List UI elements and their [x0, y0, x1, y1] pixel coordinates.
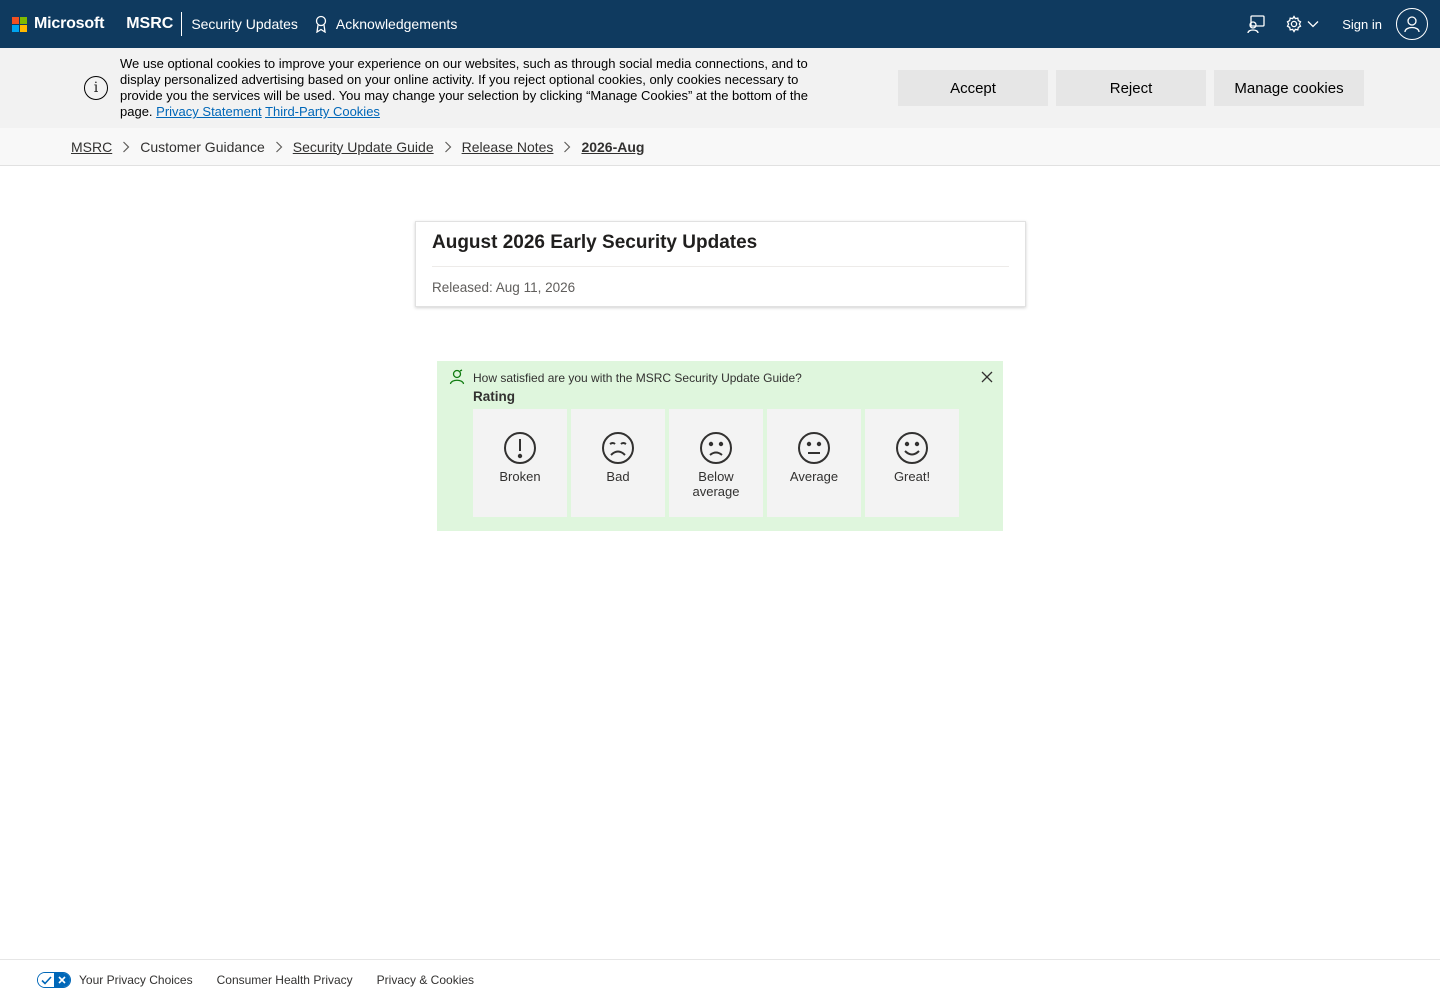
- exclamation-icon: [504, 432, 536, 464]
- feedback-panel: How satisfied are you with the MSRC Secu…: [437, 361, 1003, 531]
- breadcrumb-customer-guidance: Customer Guidance: [140, 138, 265, 155]
- cookie-message: We use optional cookies to improve your …: [120, 56, 820, 120]
- footer: Your Privacy Choices Consumer Health Pri…: [0, 959, 1440, 1000]
- privacy-statement-link[interactable]: Privacy Statement: [156, 104, 262, 119]
- close-icon[interactable]: [980, 370, 994, 384]
- feedback-question: How satisfied are you with the MSRC Secu…: [473, 371, 802, 385]
- breadcrumb-security-update-guide[interactable]: Security Update Guide: [293, 139, 434, 155]
- your-privacy-choices-link[interactable]: Your Privacy Choices: [37, 972, 193, 988]
- settings-icon: [1286, 15, 1302, 33]
- breadcrumb: MSRC Customer Guidance Security Update G…: [0, 128, 1440, 166]
- cookie-banner: i We use optional cookies to improve you…: [0, 48, 1440, 128]
- microsoft-brand-name: Microsoft: [34, 15, 105, 32]
- rating-broken-button[interactable]: Broken: [473, 409, 567, 517]
- breadcrumb-msrc[interactable]: MSRC: [71, 139, 112, 155]
- rating-option-label: Average: [789, 469, 839, 484]
- your-privacy-choices-label: Your Privacy Choices: [79, 973, 193, 987]
- release-card: August 2026 Early Security Updates Relea…: [415, 221, 1026, 307]
- chevron-right-icon: [444, 141, 452, 153]
- privacy-choices-icon: [37, 972, 71, 988]
- rating-option-label: Broken: [499, 469, 541, 484]
- breadcrumb-release-notes[interactable]: Release Notes: [462, 139, 554, 155]
- rating-option-label: Below average: [692, 469, 740, 499]
- microsoft-logo-icon: [12, 16, 27, 32]
- feedback-header: How satisfied are you with the MSRC Secu…: [449, 369, 991, 385]
- microsoft-logo[interactable]: Microsoft: [12, 15, 104, 33]
- accept-button[interactable]: Accept: [898, 70, 1048, 106]
- rating-label: Rating: [473, 389, 515, 404]
- user-icon[interactable]: [1396, 8, 1428, 40]
- frown-face-icon: [700, 432, 732, 464]
- nav-security-updates[interactable]: Security Updates: [191, 16, 298, 32]
- release-title: August 2026 Early Security Updates: [432, 228, 1009, 267]
- rating-average-button[interactable]: Average: [767, 409, 861, 517]
- nav-acknowledgements-label: Acknowledgements: [335, 16, 458, 32]
- consumer-health-privacy-link[interactable]: Consumer Health Privacy: [217, 973, 353, 987]
- chevron-right-icon: [275, 141, 283, 153]
- ribbon-icon: [315, 15, 327, 33]
- release-date: Released: Aug 11, 2026: [432, 280, 576, 295]
- nav-acknowledgements[interactable]: Acknowledgements: [314, 15, 457, 33]
- settings-menu[interactable]: [1282, 12, 1322, 36]
- nav-right-actions: Sign in: [1244, 8, 1428, 40]
- sign-in-link[interactable]: Sign in: [1342, 17, 1382, 32]
- chevron-right-icon: [122, 141, 130, 153]
- manage-cookies-button[interactable]: Manage cookies: [1214, 70, 1364, 106]
- msrc-home-link[interactable]: MSRC: [126, 12, 183, 36]
- top-navigation: Microsoft MSRC Security Updates Acknowle…: [0, 0, 1440, 48]
- rating-great-button[interactable]: Great!: [865, 409, 959, 517]
- third-party-cookies-link[interactable]: Third-Party Cookies: [265, 104, 380, 119]
- neutral-face-icon: [798, 432, 830, 464]
- info-icon: i: [84, 76, 108, 100]
- rating-options: Broken Bad Below average Average Great!: [473, 409, 991, 517]
- chevron-down-icon: [1307, 21, 1319, 28]
- smile-face-icon: [896, 432, 928, 464]
- cookie-buttons: Accept Reject Manage cookies: [898, 70, 1364, 106]
- rating-below-average-button[interactable]: Below average: [669, 409, 763, 517]
- privacy-cookies-link[interactable]: Privacy & Cookies: [377, 973, 474, 987]
- rating-option-label: Great!: [893, 469, 931, 484]
- sad-face-icon: [602, 432, 634, 464]
- feedback-icon[interactable]: [1244, 12, 1268, 36]
- chevron-right-icon: [563, 141, 571, 153]
- breadcrumb-current: 2026-Aug: [581, 138, 645, 155]
- feedback-person-icon: [449, 369, 465, 385]
- reject-button[interactable]: Reject: [1056, 70, 1206, 106]
- rating-option-label: Bad: [606, 469, 630, 484]
- rating-bad-button[interactable]: Bad: [571, 409, 665, 517]
